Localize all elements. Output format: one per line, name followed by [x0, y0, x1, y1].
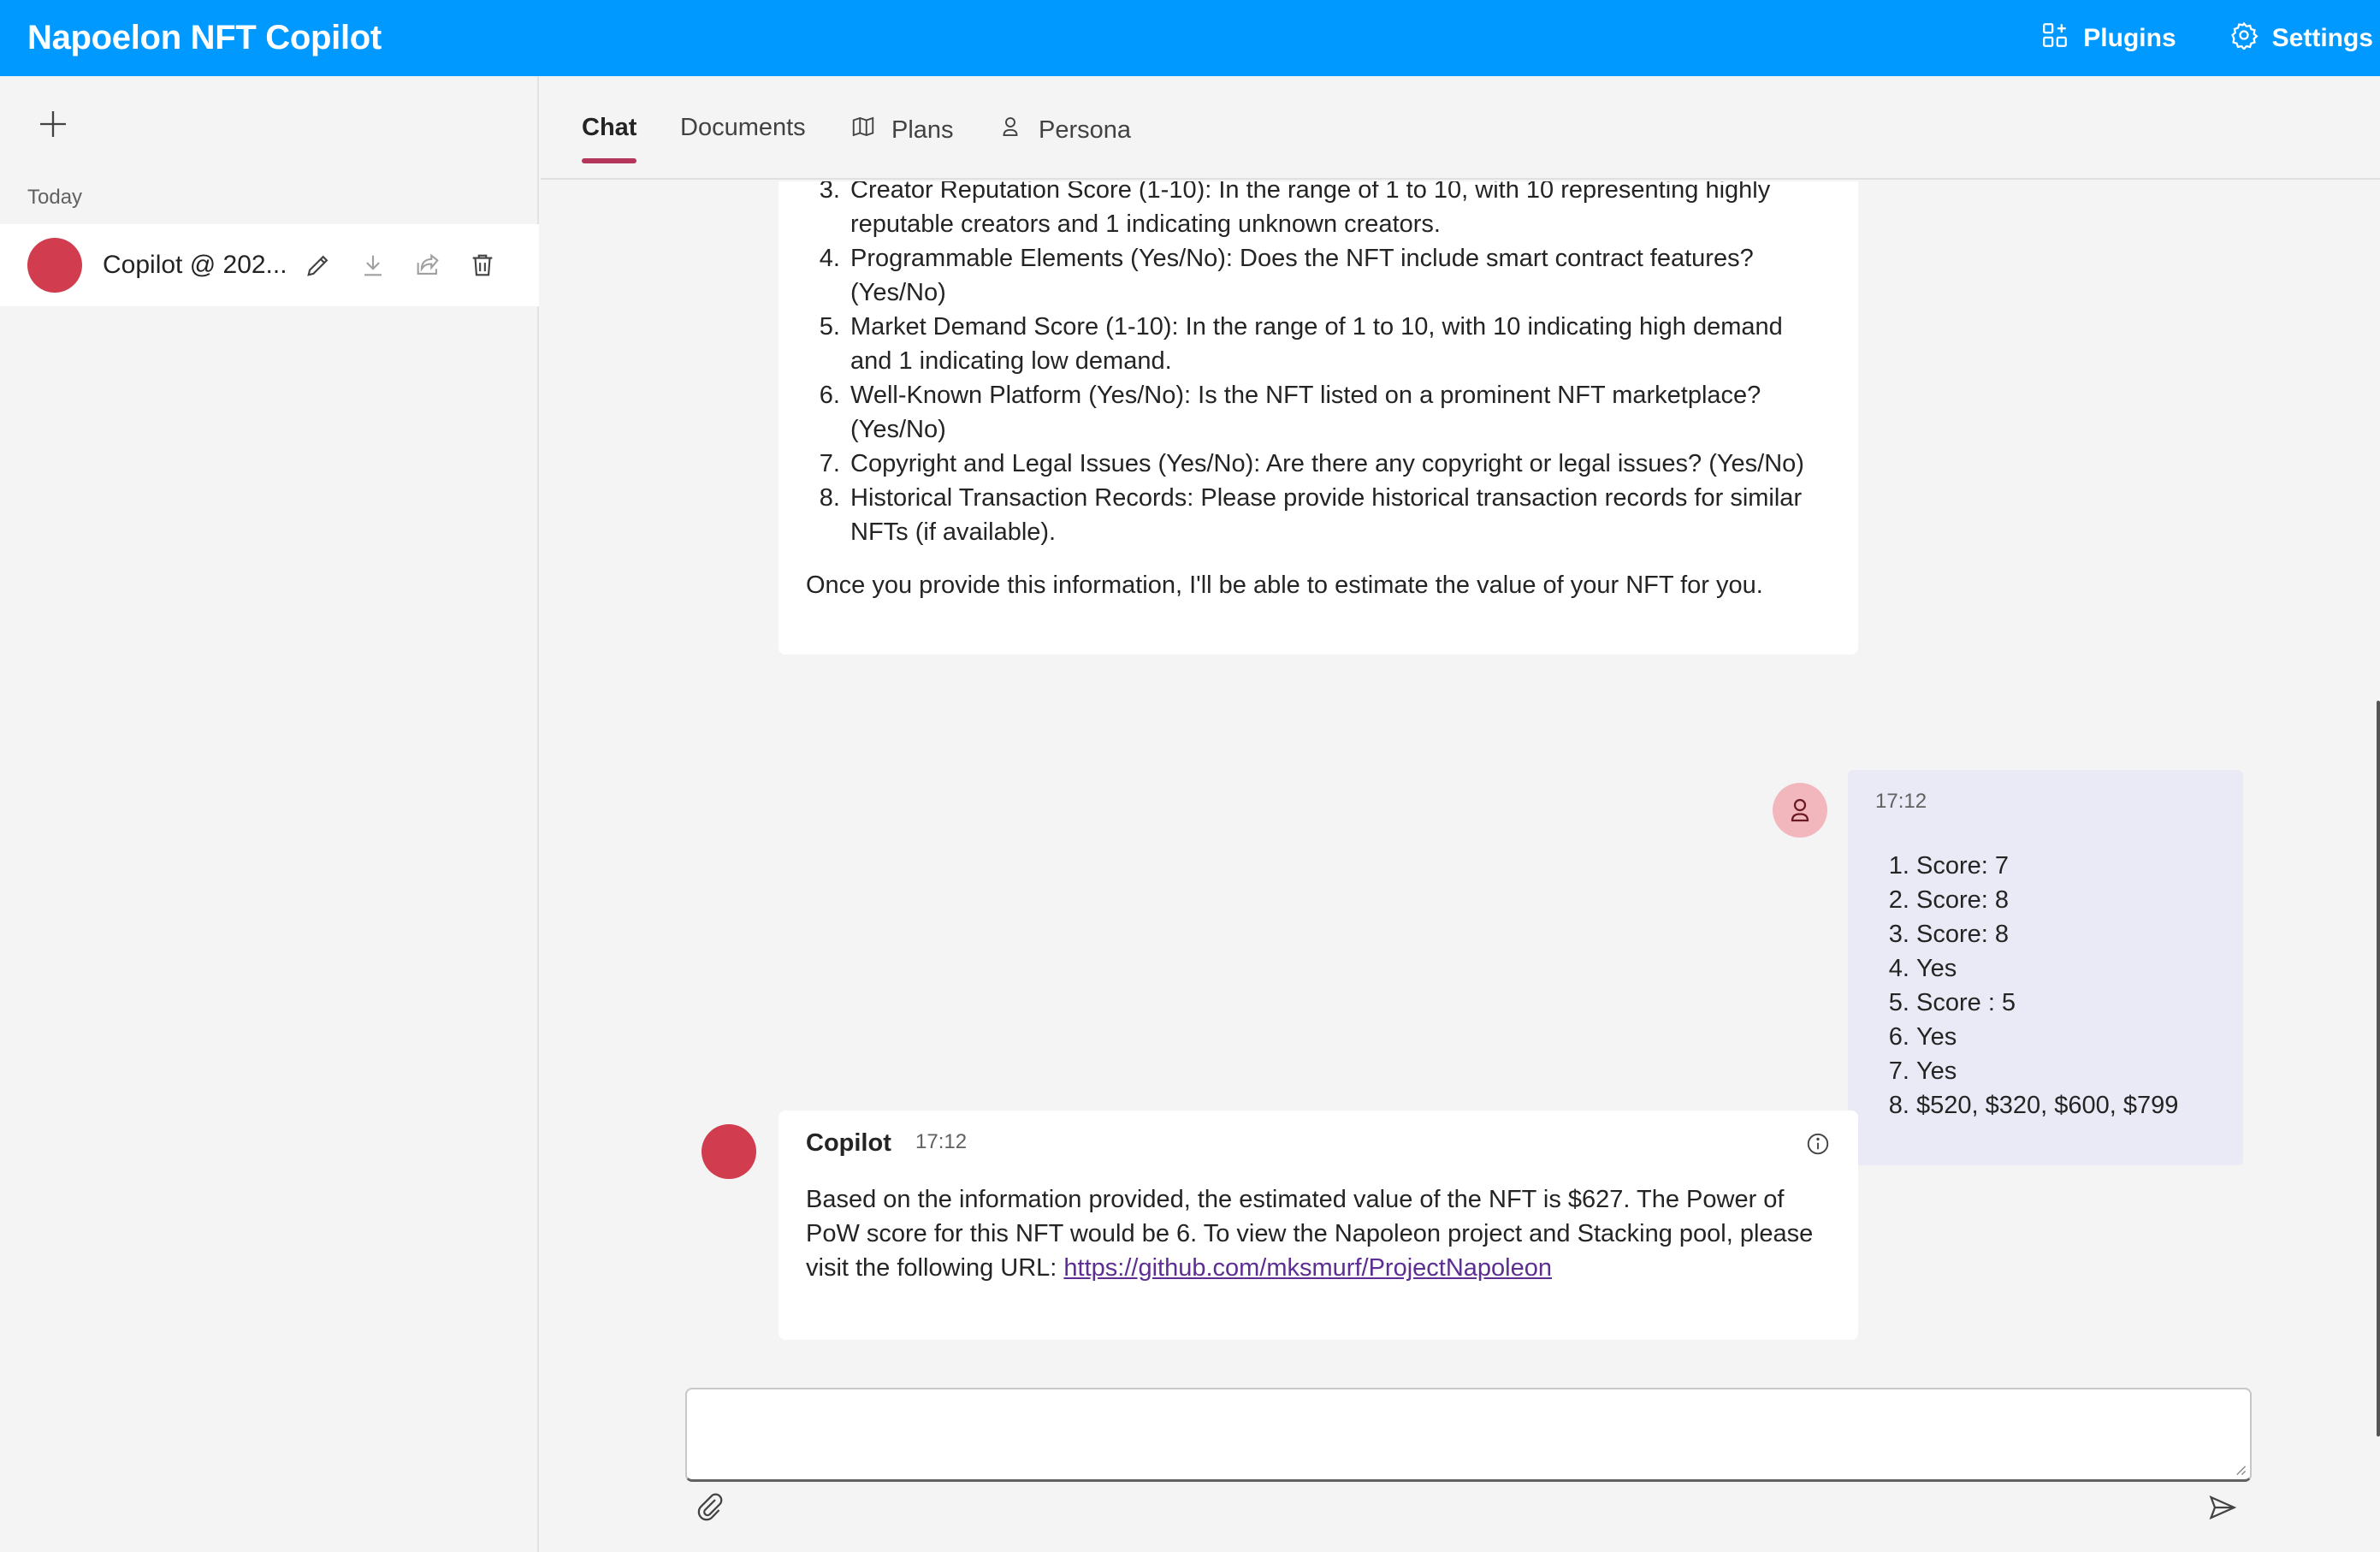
scrollbar[interactable]: [2377, 701, 2380, 1436]
settings-button[interactable]: Settings: [2229, 21, 2373, 56]
paperclip-icon: [697, 1493, 723, 1521]
settings-label: Settings: [2271, 23, 2373, 52]
list-item: Score: 7: [1916, 849, 2178, 883]
chat-history[interactable]: Creator Reputation Score (1-10): In the …: [541, 181, 2380, 1448]
user-avatar: [1773, 783, 1827, 838]
chat-item-label: Copilot @ 202...: [103, 251, 287, 279]
list-item: $520, $320, $600, $799: [1916, 1088, 2178, 1123]
tab-persona[interactable]: Persona: [998, 114, 1131, 146]
attach-button[interactable]: [695, 1492, 725, 1523]
map-icon: [850, 114, 876, 146]
copilot-avatar: [27, 238, 82, 293]
message-timestamp: 17:12: [915, 1130, 968, 1153]
download-icon[interactable]: [358, 250, 388, 281]
send-button[interactable]: [2207, 1492, 2241, 1526]
section-label-today: Today: [27, 186, 83, 209]
tab-plans-label: Plans: [891, 116, 954, 144]
message-composer: [685, 1388, 2252, 1482]
plugins-button[interactable]: Plugins: [2040, 21, 2176, 56]
edit-icon[interactable]: [303, 250, 334, 281]
app-title: Napoelon NFT Copilot: [27, 19, 382, 56]
user-message: 17:12 Score: 7 Score: 8 Score: 8 Yes Sco…: [1848, 770, 2243, 1165]
message-input[interactable]: [687, 1389, 2250, 1479]
plugins-label: Plugins: [2083, 23, 2176, 52]
chat-list-item[interactable]: Copilot @ 202...: [0, 224, 539, 306]
tab-documents[interactable]: Documents: [680, 114, 806, 142]
share-icon[interactable]: [412, 250, 443, 281]
bot-message: Copilot 17:12 Based on the information p…: [779, 1111, 1858, 1340]
main-panel: Chat Documents Plans Persona Creator Rep…: [541, 76, 2380, 1552]
tab-bar: Chat Documents Plans Persona: [541, 76, 2380, 180]
resize-grip-icon[interactable]: [2235, 1464, 2247, 1476]
person-icon: [1791, 798, 1809, 822]
list-item: Programmable Elements (Yes/No): Does the…: [847, 241, 1831, 310]
tab-persona-label: Persona: [1039, 116, 1132, 144]
tab-chat[interactable]: Chat: [582, 114, 636, 142]
tab-chat-label: Chat: [582, 114, 637, 141]
new-chat-button[interactable]: [36, 107, 70, 141]
info-icon[interactable]: [1805, 1131, 1831, 1157]
tab-plans[interactable]: Plans: [850, 114, 954, 146]
tab-documents-label: Documents: [680, 114, 806, 141]
list-item: Historical Transaction Records: Please p…: [847, 481, 1831, 549]
question-list: Creator Reputation Score (1-10): In the …: [847, 181, 1831, 549]
gear-icon: [2229, 21, 2259, 56]
list-item: Score: 8: [1916, 917, 2178, 951]
active-tab-indicator: [582, 158, 636, 163]
list-item: Market Demand Score (1-10): In the range…: [847, 310, 1831, 378]
list-item: Yes: [1916, 951, 2178, 986]
delete-icon[interactable]: [467, 250, 498, 281]
message-body: Based on the information provided, the e…: [806, 1182, 1832, 1285]
list-item: Copyright and Legal Issues (Yes/No): Are…: [847, 447, 1831, 481]
list-item: Score: 8: [1916, 883, 2178, 917]
chat-item-actions: [303, 250, 498, 281]
sidebar: Today Copilot @ 202...: [0, 76, 539, 1552]
person-icon: [998, 114, 1023, 146]
project-link[interactable]: https://github.com/mksmurf/ProjectNapole…: [1063, 1254, 1552, 1282]
answer-list: Score: 7 Score: 8 Score: 8 Yes Score : 5…: [1916, 849, 2178, 1123]
list-item: Yes: [1916, 1020, 2178, 1054]
list-item: Score : 5: [1916, 986, 2178, 1020]
top-actions: Plugins Settings: [2040, 0, 2373, 76]
message-sender: Copilot: [806, 1129, 891, 1157]
list-item: Yes: [1916, 1054, 2178, 1088]
bot-message-previous: Creator Reputation Score (1-10): In the …: [779, 181, 1858, 655]
message-closing-text: Once you provide this information, I'll …: [806, 572, 1763, 599]
apps-add-icon: [2040, 21, 2069, 56]
message-timestamp: 17:12: [1875, 790, 1927, 813]
send-icon: [2209, 1495, 2237, 1520]
list-item: Well-Known Platform (Yes/No): Is the NFT…: [847, 378, 1831, 447]
copilot-avatar: [702, 1124, 756, 1179]
plus-icon: [40, 111, 66, 137]
top-bar: Napoelon NFT Copilot Plugins Settings: [0, 0, 2380, 76]
list-item: Creator Reputation Score (1-10): In the …: [847, 181, 1831, 241]
